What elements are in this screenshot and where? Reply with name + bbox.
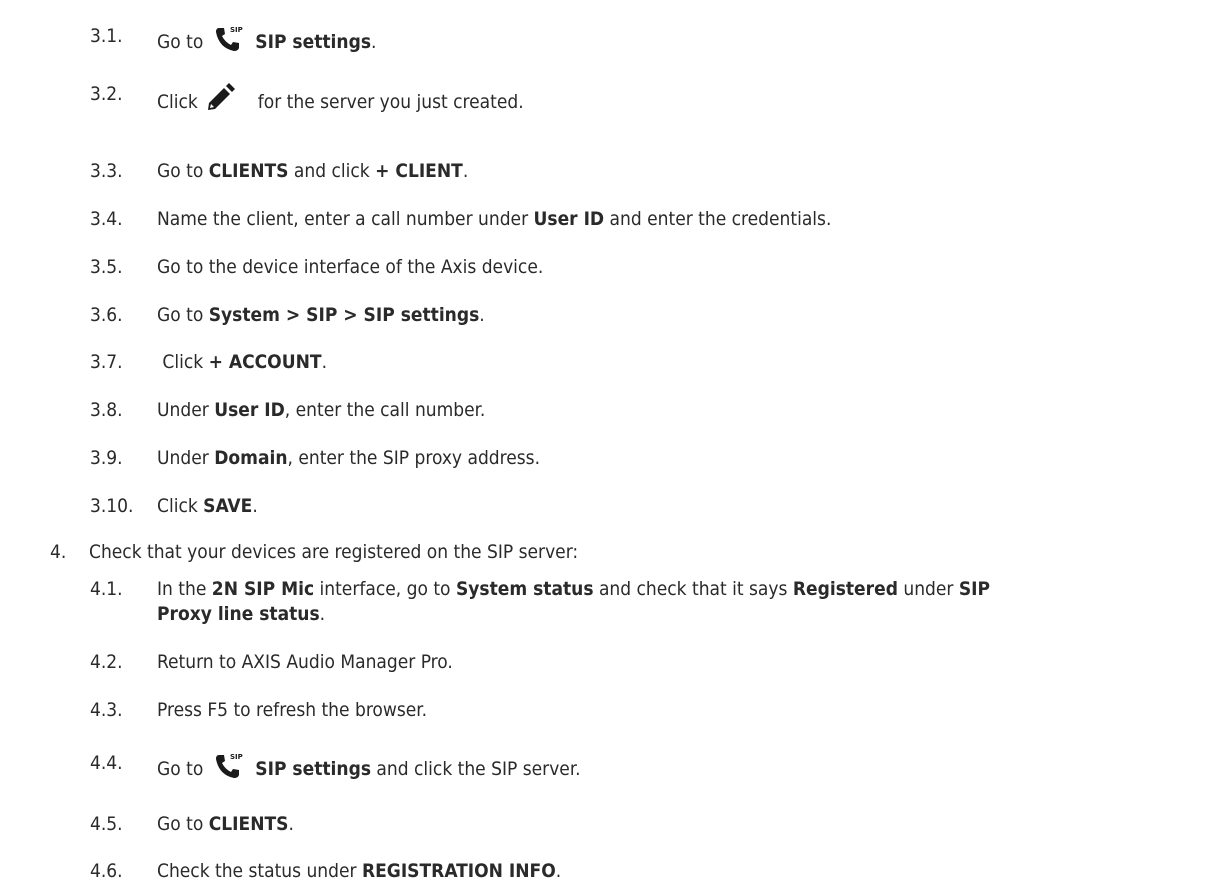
step-text: Under Domain, enter the SIP proxy addres… (157, 447, 541, 469)
step-number: 4.2. (90, 651, 123, 673)
step-number: 3.10. (90, 495, 134, 517)
step-text: Go to CLIENTS. (157, 813, 294, 835)
step-text: Click + ACCOUNT. (157, 351, 327, 373)
pencil-icon (204, 82, 236, 120)
document-page: 3.1. Go to SIP SIP settings. 3.2. Click for… (0, 0, 1219, 891)
step-number: 4.6. (90, 860, 123, 882)
step-number: 4.1. (90, 578, 123, 600)
step-text: Check the status under REGISTRATION INFO… (157, 860, 562, 882)
step-text: Return to AXIS Audio Manager Pro. (157, 651, 453, 673)
step-text: Click for the server you just created. (157, 82, 524, 120)
sip-phone-icon: SIP (213, 751, 243, 787)
step-number: 3.4. (90, 208, 123, 230)
step-text: Check that your devices are registered o… (89, 541, 579, 563)
step-text: Go to SIP SIP settings. (157, 24, 376, 60)
step-text: Under User ID, enter the call number. (157, 399, 486, 421)
step-number: 3.3. (90, 160, 123, 182)
step-number: 3.7. (90, 351, 123, 373)
sip-phone-icon: SIP (213, 24, 243, 60)
step-number: 3.5. (90, 256, 123, 278)
svg-text:SIP: SIP (230, 753, 243, 761)
step-number: 3.1. (90, 25, 123, 47)
step-number: 3.2. (90, 83, 123, 105)
step-text: Name the client, enter a call number und… (157, 208, 832, 230)
step-number: 3.8. (90, 399, 123, 421)
step-number: 3.6. (90, 304, 123, 326)
step-text: Go to SIP SIP settings and click the SIP s… (157, 751, 581, 787)
step-number: 3.9. (90, 447, 123, 469)
step-number: 4.4. (90, 752, 123, 774)
step-text: Press F5 to refresh the browser. (157, 699, 427, 721)
step-text: Go to the device interface of the Axis d… (157, 256, 544, 278)
step-number: 4. (50, 541, 67, 563)
step-text: In the 2N SIP Mic interface, go to Syste… (157, 578, 991, 600)
step-text: Click SAVE. (157, 495, 258, 517)
svg-text:SIP: SIP (230, 26, 243, 34)
step-number: 4.3. (90, 699, 123, 721)
step-number: 4.5. (90, 813, 123, 835)
step-text: Go to System > SIP > SIP settings. (157, 304, 485, 326)
step-text: Go to CLIENTS and click + CLIENT. (157, 160, 469, 182)
step-text-line2: Proxy line status. (157, 603, 326, 625)
